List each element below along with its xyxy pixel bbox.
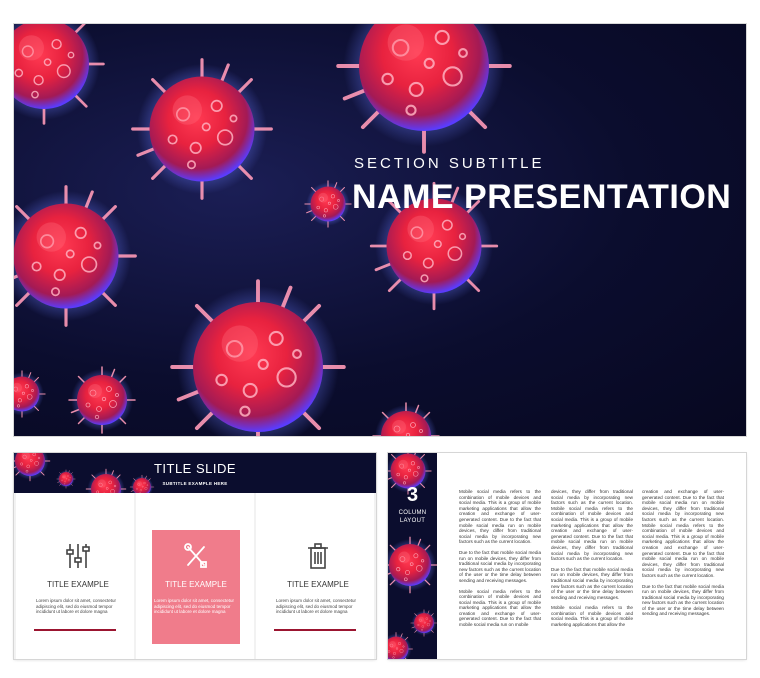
feature-card: TITLE EXAMPLE Lorem ipsum dolor sit amet… xyxy=(16,493,134,659)
text-column-2: devices, they differ from traditional so… xyxy=(551,489,633,628)
preview-stage: SECTION SUBTITLE NAME PRESENTATION TITLE… xyxy=(0,0,760,678)
card-title: TITLE EXAMPLE xyxy=(47,580,109,589)
hero-slide: SECTION SUBTITLE NAME PRESENTATION xyxy=(14,24,746,436)
tools-icon xyxy=(152,542,240,570)
card-accent-line xyxy=(34,629,116,631)
layout-number: 3 xyxy=(406,484,419,506)
section-subtitle: SECTION SUBTITLE xyxy=(354,155,545,172)
card-text: Lorem ipsum dolor sit amet, consectetur … xyxy=(36,598,117,615)
card-text: Lorem ipsum dolor sit amet, consectetur … xyxy=(154,598,235,615)
presentation-title: NAME PRESENTATION xyxy=(352,178,732,216)
layout-label: COLUMN LAYOUT xyxy=(398,510,427,524)
feature-card: TITLE EXAMPLE Lorem ipsum dolor sit amet… xyxy=(256,493,374,659)
card-accent-line xyxy=(274,629,356,631)
virus-illustration xyxy=(14,24,512,436)
thumbnail-side-band: 3 COLUMN LAYOUT xyxy=(388,453,437,659)
feature-card-highlighted: TITLE EXAMPLE Lorem ipsum dolor sit amet… xyxy=(136,493,254,659)
card-title: TITLE EXAMPLE xyxy=(165,580,227,589)
thumbnail-slide-subtitle: SUBTITLE EXAMPLE HERE xyxy=(162,481,228,486)
sliders-icon xyxy=(34,542,122,570)
thumbnail-header-band: TITLE SLIDE SUBTITLE EXAMPLE HERE xyxy=(14,453,376,493)
thumbnail-column-layout[interactable]: 3 COLUMN LAYOUT Mobile social media refe… xyxy=(388,453,746,659)
trash-icon xyxy=(274,542,362,570)
card-title: TITLE EXAMPLE xyxy=(287,580,349,589)
card-text: Lorem ipsum dolor sit amet, consectetur … xyxy=(276,598,357,615)
text-column-3: creation and exchange of user-generated … xyxy=(642,489,724,617)
thumbnail-slide-title: TITLE SLIDE xyxy=(153,461,237,476)
text-column-1: Mobile social media refers to the combin… xyxy=(459,489,541,628)
thumbnail-title-slide[interactable]: TITLE SLIDE SUBTITLE EXAMPLE HERE TITLE … xyxy=(14,453,376,659)
